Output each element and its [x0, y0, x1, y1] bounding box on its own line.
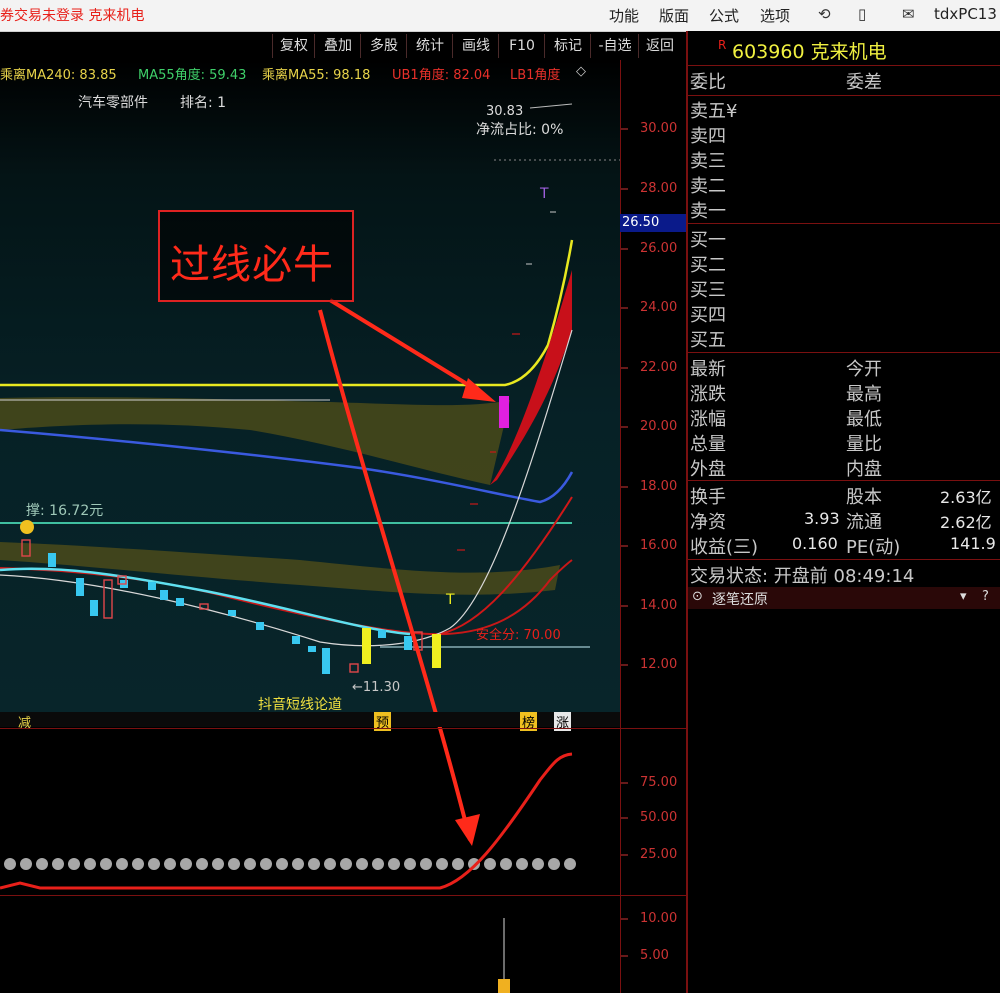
help-icon[interactable]: ? — [982, 589, 989, 604]
buy4-label: 买四 — [690, 305, 726, 326]
liutong-label: 流通 — [846, 512, 882, 533]
panel-divider-1 — [0, 728, 690, 729]
signal-t-top: T — [540, 186, 549, 202]
sub-dots — [4, 858, 576, 870]
buy2-label: 买二 — [690, 255, 726, 276]
price-axis-label: 24.00 — [640, 300, 678, 315]
sell3-label: 卖三 — [690, 151, 726, 172]
panel-divider-2 — [0, 895, 690, 896]
trade-status: 交易状态: 开盘前 08:49:14 — [690, 566, 915, 587]
arrow-head-right — [462, 378, 496, 402]
support-marker-icon — [20, 520, 34, 534]
shouyi-value: 0.160 — [792, 534, 838, 553]
zhubi-header[interactable]: ⊙ 逐笔还原 ▾ ? — [688, 587, 1000, 609]
price-axis-label: 14.00 — [640, 598, 678, 613]
waipan-label: 外盘 — [690, 459, 726, 480]
price-axis-label: 22.00 — [640, 360, 678, 375]
sell1-label: 卖一 — [690, 201, 726, 222]
watermark-label: 抖音短线论道 — [258, 697, 342, 713]
sub2-axis-label: 5.00 — [640, 948, 669, 963]
future-dashes-grey — [526, 211, 556, 265]
upper-band-fill — [0, 397, 510, 485]
volume-bar — [498, 979, 510, 993]
axis-separator — [620, 60, 621, 993]
stock-title: 603960 克来机电 — [732, 41, 887, 63]
zhangfu-label: 涨幅 — [690, 409, 726, 430]
price-axis-label: 26.00 — [640, 241, 678, 256]
sell2-label: 卖二 — [690, 176, 726, 197]
annotation-box: 过线必牛 — [158, 210, 354, 302]
collapse-icon[interactable]: ⊙ — [692, 589, 703, 604]
neipan-label: 内盘 — [846, 459, 882, 480]
filter-icon[interactable]: ▾ — [960, 589, 967, 604]
pe-value: 141.9 — [950, 534, 996, 553]
ma-white-line — [0, 329, 573, 647]
price-axis-label: 12.00 — [640, 657, 678, 672]
current-price-box: 26.50 — [620, 214, 686, 232]
highlight-candle — [499, 396, 509, 428]
signal-t-bottom: T — [446, 592, 455, 608]
buy5-label: 买五 — [690, 330, 726, 351]
liangbi-label: 量比 — [846, 434, 882, 455]
price-axis-label: 28.00 — [640, 181, 678, 196]
guben-value: 2.63亿 — [940, 488, 992, 507]
zhubi-label: 逐笔还原 — [712, 592, 768, 608]
quote-panel: R 603960 克来机电 委比 委差 卖五¥ 卖四 卖三 卖二 卖一 买一 买… — [688, 31, 1000, 993]
weicha-label: 委差 — [846, 72, 882, 93]
axis-ticks — [620, 128, 628, 957]
arrow-head-down — [455, 814, 480, 846]
sell5-label: 卖五¥ — [690, 101, 738, 122]
sell4-label: 卖四 — [690, 126, 726, 147]
zongliang-label: 总量 — [690, 434, 726, 455]
zuixin-label: 最新 — [690, 359, 726, 380]
net-flow-pointer — [529, 103, 573, 109]
lower-ub-line — [439, 496, 573, 635]
price-axis-label: 16.00 — [640, 538, 678, 553]
price-axis-label: 18.00 — [640, 479, 678, 494]
pe-label: PE(动) — [846, 537, 901, 558]
sub1-axis-label: 25.00 — [640, 847, 678, 862]
shouyi-label: 收益(三) — [690, 537, 759, 558]
sub1-axis-label: 75.00 — [640, 775, 678, 790]
guben-label: 股本 — [846, 487, 882, 508]
yellow-candle-1 — [362, 628, 371, 664]
annotation-text: 过线必牛 — [170, 242, 334, 288]
rights-marker: R — [718, 38, 727, 52]
jinkai-label: 今开 — [846, 359, 882, 380]
zuigao-label: 最高 — [846, 384, 882, 405]
jingzi-label: 净资 — [690, 512, 726, 533]
support-label: 撑: 16.72元 — [26, 503, 104, 519]
zhangdie-label: 涨跌 — [690, 384, 726, 405]
yellow-candle-2 — [432, 634, 441, 668]
sub1-axis-label: 50.00 — [640, 810, 678, 825]
buy3-label: 买三 — [690, 280, 726, 301]
liutong-value: 2.62亿 — [940, 513, 992, 532]
price-axis-label: 30.00 — [640, 121, 678, 136]
safe-score-label: 安全分: 70.00 — [476, 628, 561, 643]
sub2-axis-label: 10.00 — [640, 911, 678, 926]
buy1-label: 买一 — [690, 230, 726, 251]
price-axis-label: 20.00 — [640, 419, 678, 434]
low-price-label: ←11.30 — [352, 680, 401, 695]
weibi-label: 委比 — [690, 72, 726, 93]
huanshou-label: 换手 — [690, 487, 726, 508]
zuidi-label: 最低 — [846, 409, 882, 430]
annotation-arrow-right — [328, 298, 482, 394]
jingzi-value: 3.93 — [804, 509, 840, 528]
